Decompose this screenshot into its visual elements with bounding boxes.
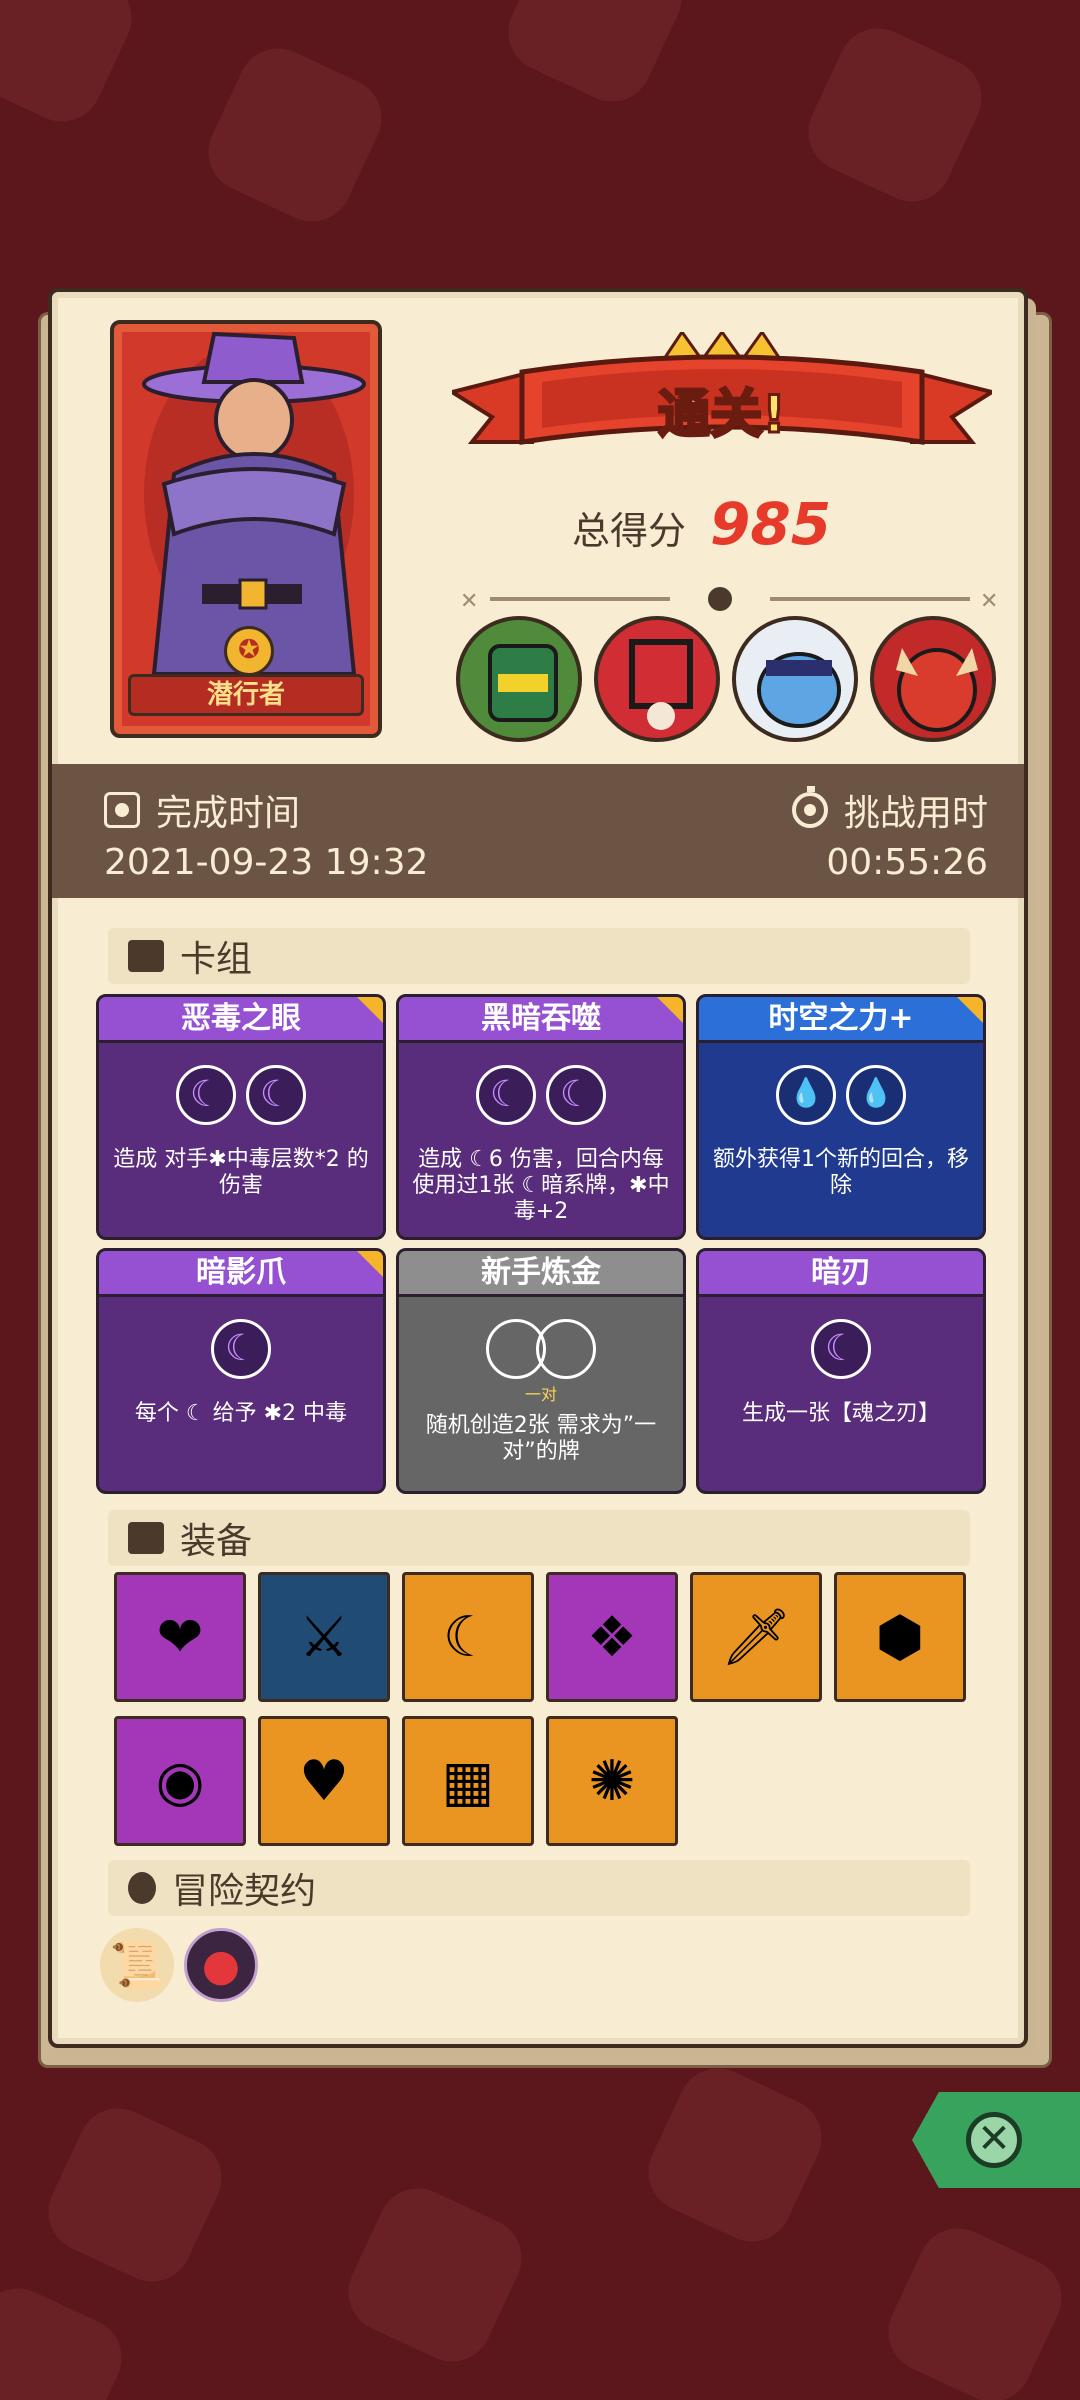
results-panel: ✪ 潜行者 通关! 总得分 985 ✕ ✕ 完成时间 2021-09-23 19… [38, 288, 1052, 2068]
water-energy-icon [776, 1065, 836, 1125]
calendar-icon [104, 792, 140, 828]
card-description: 造成 ☾6 伤害，回合内每使用过1张 ☾暗系牌，✱中毒+2 [412, 1147, 670, 1224]
dark-energy-icon [476, 1065, 536, 1125]
equipment-label: 装备 [180, 1521, 253, 1562]
contract-label: 冒险契约 [172, 1871, 317, 1912]
heart-charm-icon[interactable]: ❤ [114, 1572, 246, 1702]
card-title: 黑暗吞噬 [399, 997, 683, 1043]
ornament-divider: ✕ ✕ [460, 587, 998, 614]
deck-section-header: 卡组 [108, 928, 970, 984]
card-requirement: 一对 [524, 1385, 557, 1404]
svg-text:✕: ✕ [980, 589, 998, 614]
flame-orb-icon[interactable]: ✺ [546, 1716, 678, 1846]
cube-icon [128, 1522, 164, 1554]
dark-energy-icon [811, 1319, 871, 1379]
boss-snow-beast-icon [732, 616, 858, 742]
person-icon [128, 1872, 156, 1904]
complete-time-text: 完成时间 [156, 793, 301, 834]
dark-energy-icon [246, 1065, 306, 1125]
close-button[interactable]: ✕ [912, 2092, 1080, 2188]
pair-slot-icon [536, 1319, 596, 1379]
card-description: 每个 ☾ 给予 ✱2 中毒 [134, 1401, 348, 1426]
card-title: 时空之力+ [699, 997, 983, 1043]
card-4[interactable]: 暗影爪 每个 ☾ 给予 ✱2 中毒 [96, 1248, 386, 1494]
deck-label: 卡组 [180, 939, 253, 980]
victory-text: 通关! [657, 384, 788, 447]
card-description: 造成 对手✱中毒层数*2 的伤害 [113, 1147, 369, 1198]
score-row: 总得分 985 [572, 490, 831, 558]
challenge-time-label: 挑战用时 [791, 784, 988, 836]
card-5[interactable]: 新手炼金 一对 随机创造2张 需求为”一对”的牌 [396, 1248, 686, 1494]
challenge-time-value: 00:55:26 [826, 842, 988, 883]
card-description: 额外获得1个新的回合，移除 [713, 1147, 969, 1198]
boss-green-knight-icon [456, 616, 582, 742]
moon-charm-icon[interactable]: ☾ [402, 1572, 534, 1702]
water-energy-icon [846, 1065, 906, 1125]
card-3[interactable]: 时空之力+ 额外获得1个新的回合，移除 [696, 994, 986, 1240]
card-description: 随机创造2张 需求为”一对”的牌 [425, 1413, 657, 1464]
dark-energy-icon [546, 1065, 606, 1125]
shield-icon[interactable]: ⬢ [834, 1572, 966, 1702]
score-value: 985 [710, 490, 832, 558]
card-title: 恶毒之眼 [99, 997, 383, 1043]
challenge-time-text: 挑战用时 [843, 793, 988, 834]
character-name: 潜行者 [128, 674, 364, 716]
complete-time-value: 2021-09-23 19:32 [104, 842, 429, 883]
card-6[interactable]: 暗刃 生成一张【魂之刃】 [696, 1248, 986, 1494]
defeated-bosses [456, 616, 996, 742]
complete-time-label: 完成时间 [104, 784, 300, 836]
time-strip: 完成时间 2021-09-23 19:32 挑战用时 00:55:26 [52, 764, 1024, 898]
close-icon: ✕ [966, 2112, 1022, 2168]
class-medal-icon: ✪ [224, 626, 274, 676]
scythe-blade-icon[interactable]: ⚔ [258, 1572, 390, 1702]
score-label: 总得分 [572, 509, 687, 553]
card-description: 生成一张【魂之刃】 [741, 1401, 940, 1426]
card-title: 暗刃 [699, 1251, 983, 1297]
victory-banner: 通关! [446, 329, 998, 482]
dagger-icon[interactable]: 🗡 [690, 1572, 822, 1702]
card-2[interactable]: 黑暗吞噬 造成 ☾6 伤害，回合内每使用过1张 ☾暗系牌，✱中毒+2 [396, 994, 686, 1240]
stopwatch-icon [791, 786, 828, 828]
card-title: 新手炼金 [399, 1251, 683, 1297]
equipment-section-header: 装备 [108, 1510, 970, 1566]
dark-energy-icon [176, 1065, 236, 1125]
card-1[interactable]: 恶毒之眼 造成 对手✱中毒层数*2 的伤害 [96, 994, 386, 1240]
armor-icon[interactable]: ❖ [546, 1572, 678, 1702]
button-icon[interactable]: ◉ [114, 1716, 246, 1846]
cards-icon [128, 940, 164, 972]
sweater-icon[interactable]: ▦ [402, 1716, 534, 1846]
boss-red-demon-icon [870, 616, 996, 742]
heart-potion-icon[interactable]: ♥ [258, 1716, 390, 1846]
character-portrait: ✪ 潜行者 [110, 320, 382, 738]
contract-section-header: 冒险契约 [108, 1860, 970, 1916]
scroll-contract-icon[interactable]: 📜 [100, 1928, 174, 2002]
boss-red-cage-icon [594, 616, 720, 742]
blood-drop-contract-icon[interactable]: ● [184, 1928, 258, 2002]
dark-energy-icon [211, 1319, 271, 1379]
svg-text:✕: ✕ [460, 589, 478, 614]
card-title: 暗影爪 [99, 1251, 383, 1297]
